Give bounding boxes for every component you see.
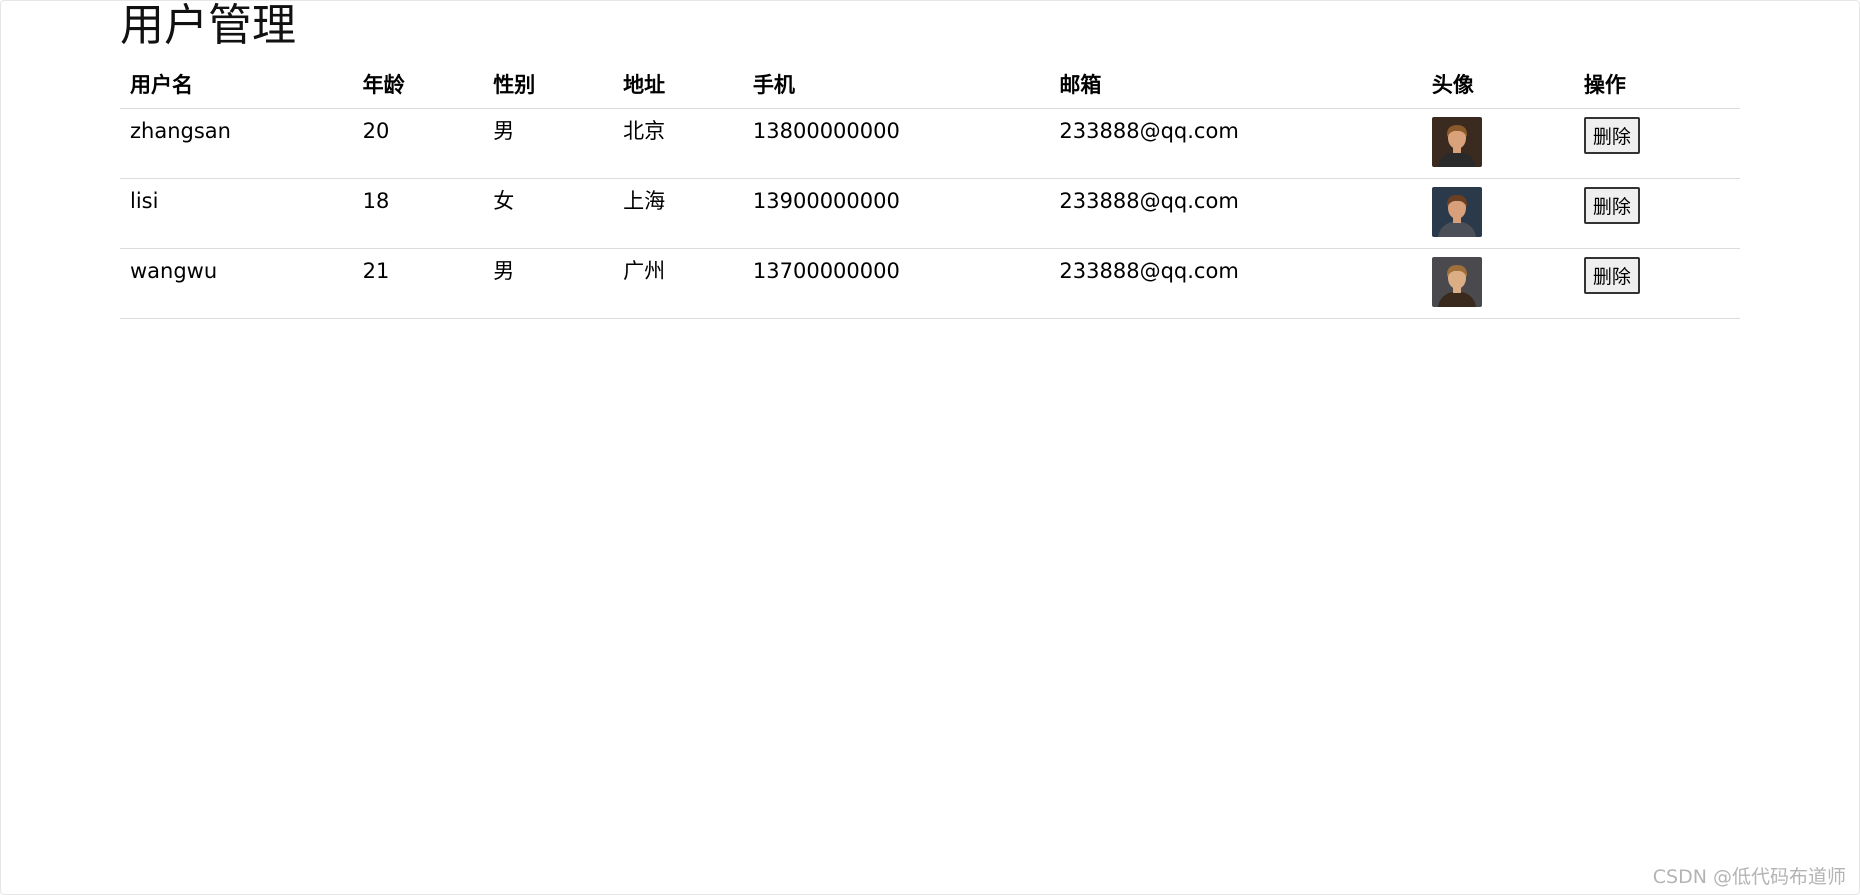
cell-action: 删除 [1573, 178, 1740, 249]
cell-gender: 男 [483, 108, 614, 179]
cell-age: 20 [352, 108, 484, 179]
header-username: 用户名 [120, 60, 353, 109]
cell-gender: 女 [483, 178, 614, 249]
watermark: CSDN @低代码布道师 [1652, 866, 1846, 888]
cell-age: 21 [352, 248, 484, 319]
avatar [1431, 117, 1482, 167]
cell-email: 233888@qq.com [1049, 108, 1422, 179]
cell-username: wangwu [120, 248, 353, 319]
header-gender: 性别 [483, 60, 614, 109]
cell-username: lisi [120, 178, 353, 249]
cell-age: 18 [352, 178, 484, 249]
cell-address: 上海 [613, 178, 743, 249]
cell-username: zhangsan [120, 108, 353, 179]
page-title: 用户管理 [120, 0, 296, 51]
table-row: lisi 18 女 上海 13900000000 233888@qq.com 删… [120, 178, 1740, 249]
cell-address: 广州 [613, 248, 743, 319]
header-address: 地址 [613, 60, 743, 109]
cell-action: 删除 [1573, 248, 1740, 319]
header-phone: 手机 [742, 60, 1050, 109]
header-email: 邮箱 [1049, 60, 1422, 109]
cell-phone: 13800000000 [742, 108, 1050, 179]
cell-phone: 13700000000 [742, 248, 1050, 319]
cell-action: 删除 [1573, 108, 1740, 179]
cell-address: 北京 [613, 108, 743, 179]
cell-avatar [1421, 108, 1574, 179]
table-body: zhangsan 20 男 北京 13800000000 233888@qq.c… [120, 108, 1740, 319]
avatar [1431, 187, 1482, 237]
cell-email: 233888@qq.com [1049, 178, 1422, 249]
table-header: 用户名 年龄 性别 地址 手机 邮箱 头像 操作 [120, 60, 1740, 109]
table-row: zhangsan 20 男 北京 13800000000 233888@qq.c… [120, 108, 1740, 179]
avatar [1431, 257, 1482, 307]
header-action: 操作 [1573, 60, 1740, 109]
delete-button[interactable]: 删除 [1583, 257, 1640, 294]
delete-button[interactable]: 删除 [1583, 117, 1640, 154]
cell-avatar [1421, 178, 1574, 249]
cell-gender: 男 [483, 248, 614, 319]
cell-phone: 13900000000 [742, 178, 1050, 249]
cell-email: 233888@qq.com [1049, 248, 1422, 319]
header-row: 用户名 年龄 性别 地址 手机 邮箱 头像 操作 [120, 60, 1740, 109]
cell-avatar [1421, 248, 1574, 319]
header-age: 年龄 [352, 60, 484, 109]
header-avatar: 头像 [1421, 60, 1574, 109]
user-table: 用户名 年龄 性别 地址 手机 邮箱 头像 操作 zhangsan 20 男 北… [120, 60, 1740, 319]
table-row: wangwu 21 男 广州 13700000000 233888@qq.com… [120, 248, 1740, 319]
delete-button[interactable]: 删除 [1583, 187, 1640, 224]
